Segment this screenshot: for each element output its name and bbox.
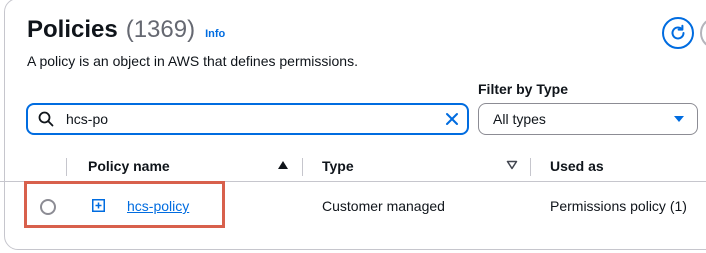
refresh-icon xyxy=(671,24,685,40)
type-filter-value: All types xyxy=(493,111,546,127)
sort-ascending-icon[interactable] xyxy=(277,160,289,170)
column-header-type[interactable]: Type xyxy=(322,158,354,174)
filter-by-type-label: Filter by Type xyxy=(478,81,568,97)
page-description: A policy is an object in AWS that define… xyxy=(27,53,358,69)
type-filter-select[interactable]: All types xyxy=(478,103,698,135)
refresh-button[interactable] xyxy=(662,17,694,49)
policy-count: (1369) xyxy=(125,16,196,43)
search-input[interactable] xyxy=(66,106,437,132)
column-header-used-as[interactable]: Used as xyxy=(550,158,604,174)
column-header-policy-name[interactable]: Policy name xyxy=(88,158,170,174)
row-select-radio[interactable] xyxy=(40,199,56,215)
policy-used-as-cell: Permissions policy (1) xyxy=(550,198,687,214)
column-divider xyxy=(66,158,67,176)
caret-down-icon xyxy=(674,116,684,122)
search-field[interactable] xyxy=(26,103,469,135)
column-divider xyxy=(530,158,531,176)
page-title: Policies xyxy=(27,16,118,43)
column-divider xyxy=(302,158,303,176)
table-row[interactable]: hcs-policy Customer managed Permissions … xyxy=(0,183,706,231)
plus-square-icon[interactable] xyxy=(92,199,105,212)
page-header: Policies (1369) Info xyxy=(27,16,225,44)
close-icon[interactable] xyxy=(437,112,467,126)
info-link[interactable]: Info xyxy=(205,28,225,40)
policy-type-cell: Customer managed xyxy=(322,198,445,214)
table-header: Policy name Type Used as xyxy=(0,152,706,182)
sort-icon[interactable] xyxy=(506,160,518,170)
policy-name-link[interactable]: hcs-policy xyxy=(127,198,189,214)
search-icon xyxy=(38,111,66,127)
